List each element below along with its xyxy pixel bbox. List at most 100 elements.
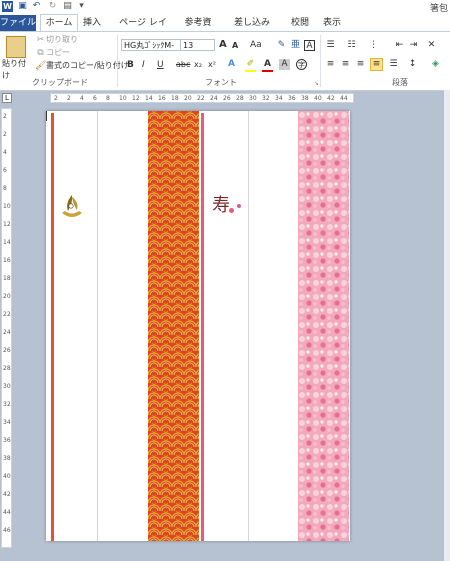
word-app-icon[interactable]: W <box>2 1 13 12</box>
copy-button[interactable]: コピー <box>46 47 70 59</box>
customize-qat-icon[interactable]: ▾ <box>76 1 87 12</box>
superscript-button[interactable]: x² <box>208 59 216 71</box>
distributed-icon[interactable]: ☰ <box>388 59 399 70</box>
shrink-font-button[interactable]: A <box>232 40 238 52</box>
multilevel-list-icon[interactable]: ⋮ <box>368 40 379 51</box>
subscript-button[interactable]: x₂ <box>194 59 202 71</box>
orange-border-stripe <box>51 113 54 541</box>
ruler-tick-label: 10 <box>3 203 11 210</box>
bold-button[interactable]: B <box>127 59 134 71</box>
print-preview-icon[interactable]: ▤ <box>62 1 73 12</box>
numbering-icon[interactable]: ☷ <box>346 40 357 51</box>
ribbon-separator <box>117 35 118 87</box>
ruler-tick-label: 2 <box>3 131 7 138</box>
tab-references[interactable]: 参考資料 <box>182 15 214 44</box>
seigaiha-wave-pattern <box>148 111 199 541</box>
line-spacing-icon[interactable]: ↕ <box>407 59 418 70</box>
ruler-tick-label: 18 <box>3 275 11 282</box>
text-effects-icon[interactable]: A <box>226 59 237 70</box>
tab-mailings[interactable]: 差し込み文書 <box>230 15 274 44</box>
strikethrough-button[interactable]: abc <box>176 59 190 71</box>
cut-button[interactable]: 切り取り <box>46 34 78 46</box>
bullets-icon[interactable]: ☰ <box>325 40 336 51</box>
ruler-tick-label: 28 <box>3 365 11 372</box>
ruler-tick-label: 40 <box>3 473 11 480</box>
font-color-bar <box>262 70 273 72</box>
shading-icon[interactable]: ◈ <box>430 59 441 70</box>
document-page[interactable]: 寿 <box>46 111 350 541</box>
justify-icon[interactable]: ≡ <box>370 58 383 71</box>
underline-button[interactable]: U <box>157 59 164 71</box>
change-case-button[interactable]: Aa <box>250 39 262 51</box>
ruler-tick-label: 16 <box>158 95 166 102</box>
increase-indent-icon[interactable]: ⇥ <box>408 40 419 51</box>
ruler-tick-label: 24 <box>210 95 218 102</box>
redo-icon[interactable]: ↻ <box>47 1 58 12</box>
plum-blossom-ornament <box>229 208 234 213</box>
paste-button[interactable]: 貼り付け <box>2 58 32 82</box>
asian-layout-icon[interactable]: ✕ <box>426 40 437 51</box>
tab-insert[interactable]: 挿入 <box>82 15 102 31</box>
document-title: 箸包 <box>429 4 448 14</box>
treasure-ship-ornament <box>59 191 85 223</box>
ruler-tick-label: 32 <box>262 95 270 102</box>
font-group-label: フォント <box>205 78 237 87</box>
ruler-tick-label: 10 <box>119 95 127 102</box>
ruler-tick-label: 20 <box>184 95 192 102</box>
treasure-ship-graphic <box>62 195 82 217</box>
ruler-tick-label: 34 <box>275 95 283 102</box>
grow-font-button[interactable]: A <box>219 39 227 51</box>
ruler-tick-label: 26 <box>3 347 11 354</box>
decrease-indent-icon[interactable]: ⇤ <box>394 40 405 51</box>
align-right-icon[interactable]: ≡ <box>355 59 366 70</box>
save-icon[interactable]: ▣ <box>17 1 28 12</box>
ruler-tick-label: 32 <box>3 401 11 408</box>
title-bar: W ▣ ↶ ↻ ▤ ▾ 箸包 <box>0 0 450 15</box>
ruler-tick-label: 28 <box>236 95 244 102</box>
fold-guide-line <box>97 111 98 541</box>
tab-selector[interactable]: L <box>2 93 12 103</box>
tab-view[interactable]: 表示 <box>322 15 342 31</box>
ruler-tick-label: 30 <box>3 383 11 390</box>
character-shading-icon[interactable]: A <box>279 59 290 70</box>
highlight-icon[interactable]: ✐ <box>245 59 256 70</box>
tab-page-layout[interactable]: ページ レイアウト <box>116 15 170 44</box>
tab-review[interactable]: 校閲 <box>290 15 310 31</box>
character-border-icon[interactable]: A <box>304 40 315 51</box>
ruler-tick-label: 26 <box>223 95 231 102</box>
ruler-tick-label: 40 <box>314 95 322 102</box>
ruler-tick-label: 20 <box>3 293 11 300</box>
clear-formatting-icon[interactable]: ✎ <box>276 40 287 51</box>
ruler-tick-label: 16 <box>3 257 11 264</box>
plum-blossom-ornament <box>237 204 241 208</box>
horizontal-ruler[interactable]: 2 2 4 6 8 10 12 14 16 18 20 22 24 26 28 30 32 34 36 38 40 42 4… <box>50 93 354 103</box>
italic-button[interactable]: I <box>142 59 145 71</box>
ribbon-home: 貼り付け ✂ 切り取り ⧉ コピー 🖌 書式のコピー/貼り付け クリップボード … <box>0 31 450 91</box>
cut-icon[interactable]: ✂ <box>35 35 46 46</box>
align-center-icon[interactable]: ≡ <box>340 59 351 70</box>
enclose-characters-icon[interactable]: 字 <box>296 59 307 70</box>
fold-guide-line <box>248 111 249 541</box>
seigaiha-wave-graphic <box>148 111 199 541</box>
format-painter-icon[interactable]: 🖌 <box>35 61 46 72</box>
text-cursor <box>46 111 47 121</box>
phonetic-guide-icon[interactable]: 亜 <box>290 40 301 51</box>
vertical-ruler[interactable]: 2 2 4 6 8 10 12 14 16 18 20 22 24 26 28 30 32 34 36 38 40 42 4… <box>1 108 12 548</box>
align-left-icon[interactable]: ≡ <box>325 59 336 70</box>
tab-home[interactable]: ホーム <box>40 14 78 32</box>
copy-icon[interactable]: ⧉ <box>35 48 46 59</box>
sakura-floral-pattern <box>298 111 349 541</box>
font-color-icon[interactable]: A <box>262 59 273 70</box>
paste-icon[interactable] <box>6 36 26 58</box>
undo-icon[interactable]: ↶ <box>31 1 42 12</box>
ribbon-separator <box>320 35 321 87</box>
ruler-tick-label: 44 <box>3 509 11 516</box>
vertical-scrollbar[interactable] <box>444 90 450 561</box>
ruler-tick-label: 12 <box>132 95 140 102</box>
tab-file[interactable]: ファイル <box>0 15 36 31</box>
kotobuki-glyph: 寿 <box>212 195 230 216</box>
ruler-tick-label: 14 <box>145 95 153 102</box>
font-size-select[interactable]: 13 <box>180 39 215 51</box>
ruler-tick-label: 6 <box>3 167 7 174</box>
pink-border-stripe <box>201 113 204 541</box>
